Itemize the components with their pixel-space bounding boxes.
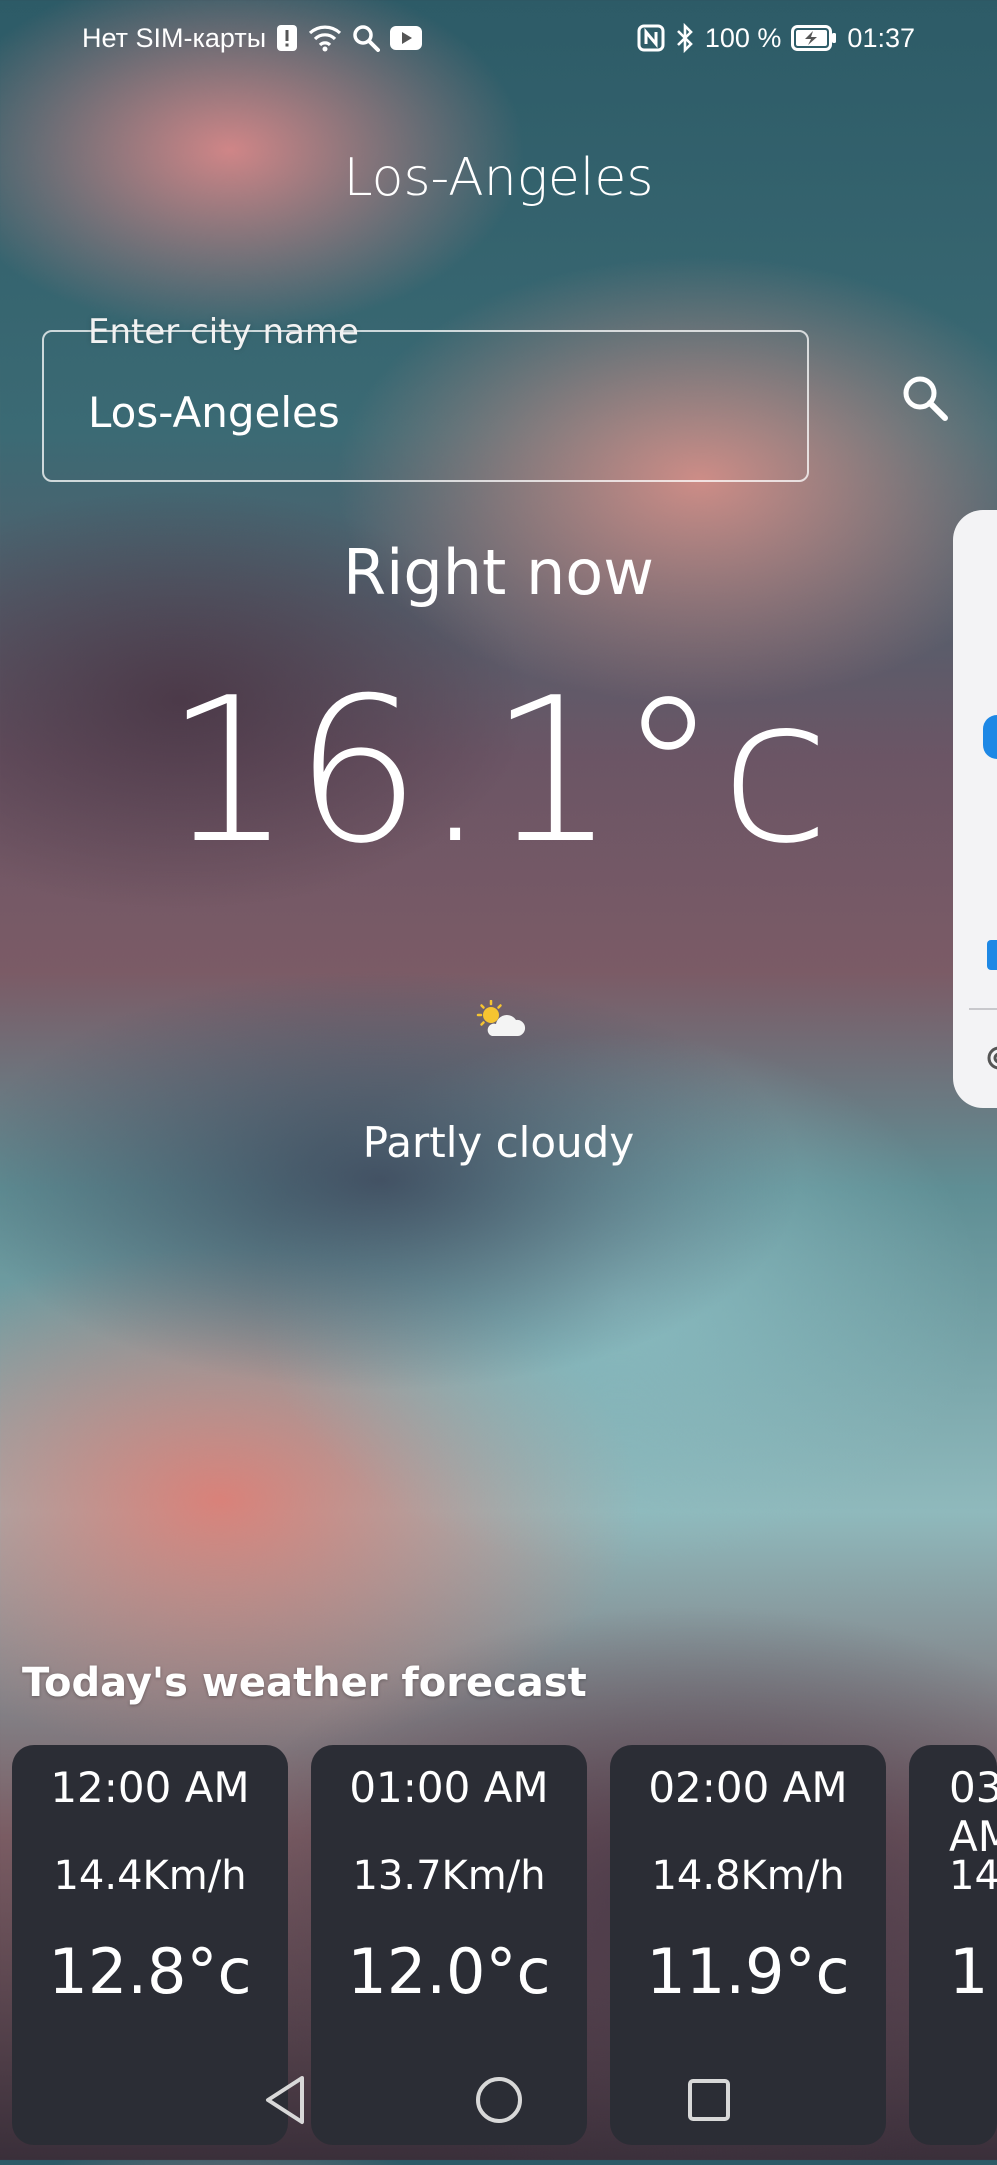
forecast-wind: 14 [949, 1853, 997, 1899]
volume-icon[interactable] [987, 940, 997, 970]
alert-icon [276, 24, 298, 52]
forecast-time: 12:00 AM [50, 1763, 250, 1812]
status-left: Нет SIM-карты [82, 22, 423, 54]
forecast-temp: 12.8°c [48, 1935, 252, 2008]
recents-icon[interactable] [686, 2074, 732, 2130]
status-right: 100 % 01:37 [637, 23, 915, 54]
current-temperature: 16.1°c [164, 655, 833, 888]
search-field-label: Enter city name [88, 312, 359, 352]
forecast-title: Today's weather forecast [22, 1660, 587, 1706]
forecast-time: 01:00 AM [349, 1763, 549, 1812]
partly-cloudy-icon [474, 999, 526, 1044]
right-now-heading: Right now [343, 536, 654, 609]
home-icon[interactable] [473, 2074, 525, 2130]
forecast-wind: 14.4Km/h [53, 1853, 247, 1899]
search-icon [900, 373, 950, 427]
forecast-wind: 14.8Km/h [651, 1853, 845, 1899]
gear-icon[interactable] [981, 1040, 997, 1080]
condition-text: Partly cloudy [362, 1118, 635, 1167]
youtube-icon [390, 26, 423, 50]
forecast-time: 02:00 AM [648, 1763, 848, 1812]
bluetooth-icon [675, 23, 695, 53]
city-search-field[interactable]: Enter city name Los-Angeles [42, 312, 809, 482]
forecast-time: 03:00 AM [949, 1763, 997, 1861]
city-search-input[interactable]: Los-Angeles [88, 388, 340, 437]
forecast-temp: 11.9°c [646, 1935, 850, 2008]
status-bar: Нет SIM-карты 100 % 01:37 [0, 0, 997, 76]
battery-icon [791, 25, 837, 51]
carrier-text: Нет SIM-карты [82, 22, 267, 53]
back-icon[interactable] [262, 2074, 308, 2130]
nfc-icon [637, 24, 665, 52]
forecast-temp: 12.0°c [347, 1935, 551, 2008]
search-button[interactable] [890, 365, 960, 435]
forecast-temp: 1 [949, 1935, 989, 2008]
clock-text: 01:37 [847, 22, 915, 53]
forecast-wind: 13.7Km/h [352, 1853, 546, 1899]
side-panel-divider [969, 1008, 997, 1010]
wifi-icon [308, 24, 342, 52]
battery-text: 100 % [704, 22, 782, 53]
city-title: Los-Angeles [343, 148, 654, 208]
search-icon [352, 24, 381, 52]
navigation-bar [0, 2060, 997, 2140]
